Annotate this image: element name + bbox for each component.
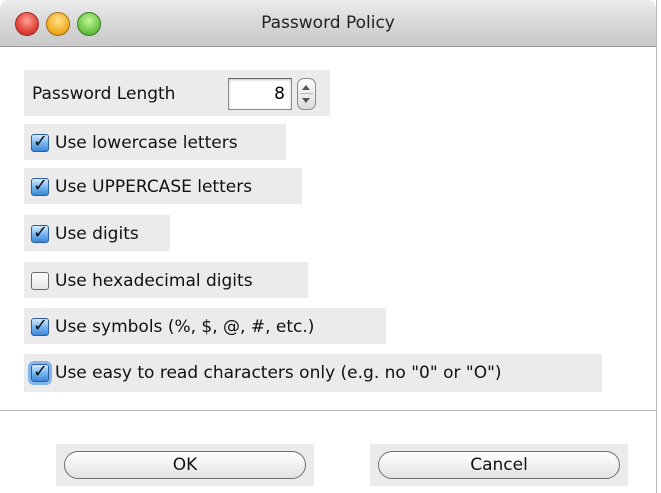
checkmark-icon: ✓ (33, 175, 49, 196)
window-title: Password Policy (261, 13, 395, 33)
password-length-input[interactable] (228, 78, 292, 110)
checkmark-icon: ✓ (33, 315, 49, 336)
digits-label[interactable]: Use digits (55, 224, 139, 244)
password-policy-window: Password Policy Password Length ✓ Use lo… (0, 0, 657, 493)
password-length-label: Password Length (32, 84, 176, 104)
title-bar[interactable]: Password Policy (0, 0, 656, 47)
checkmark-icon: ✓ (33, 361, 49, 382)
stepper-down-icon[interactable] (302, 98, 310, 103)
hexadecimal-checkbox[interactable] (31, 272, 49, 290)
checkmark-icon: ✓ (33, 222, 49, 243)
digits-checkbox[interactable]: ✓ (31, 222, 49, 243)
symbols-checkbox[interactable]: ✓ (31, 315, 49, 336)
lowercase-label[interactable]: Use lowercase letters (55, 133, 238, 153)
cancel-button[interactable]: Cancel (378, 451, 620, 479)
lowercase-checkbox[interactable]: ✓ (31, 131, 49, 152)
symbols-label[interactable]: Use symbols (%, $, @, #, etc.) (55, 317, 314, 337)
easy-to-read-checkbox[interactable]: ✓ (31, 361, 49, 382)
checkmark-icon: ✓ (33, 131, 49, 152)
hexadecimal-label[interactable]: Use hexadecimal digits (55, 271, 253, 291)
stepper-up-icon[interactable] (302, 85, 310, 90)
uppercase-checkbox[interactable]: ✓ (31, 175, 49, 196)
uppercase-label[interactable]: Use UPPERCASE letters (55, 177, 252, 197)
password-length-stepper[interactable] (297, 78, 316, 110)
easy-to-read-label[interactable]: Use easy to read characters only (e.g. n… (55, 363, 502, 383)
separator (0, 410, 656, 411)
ok-button[interactable]: OK (64, 451, 306, 479)
stepper-divider (300, 93, 313, 94)
